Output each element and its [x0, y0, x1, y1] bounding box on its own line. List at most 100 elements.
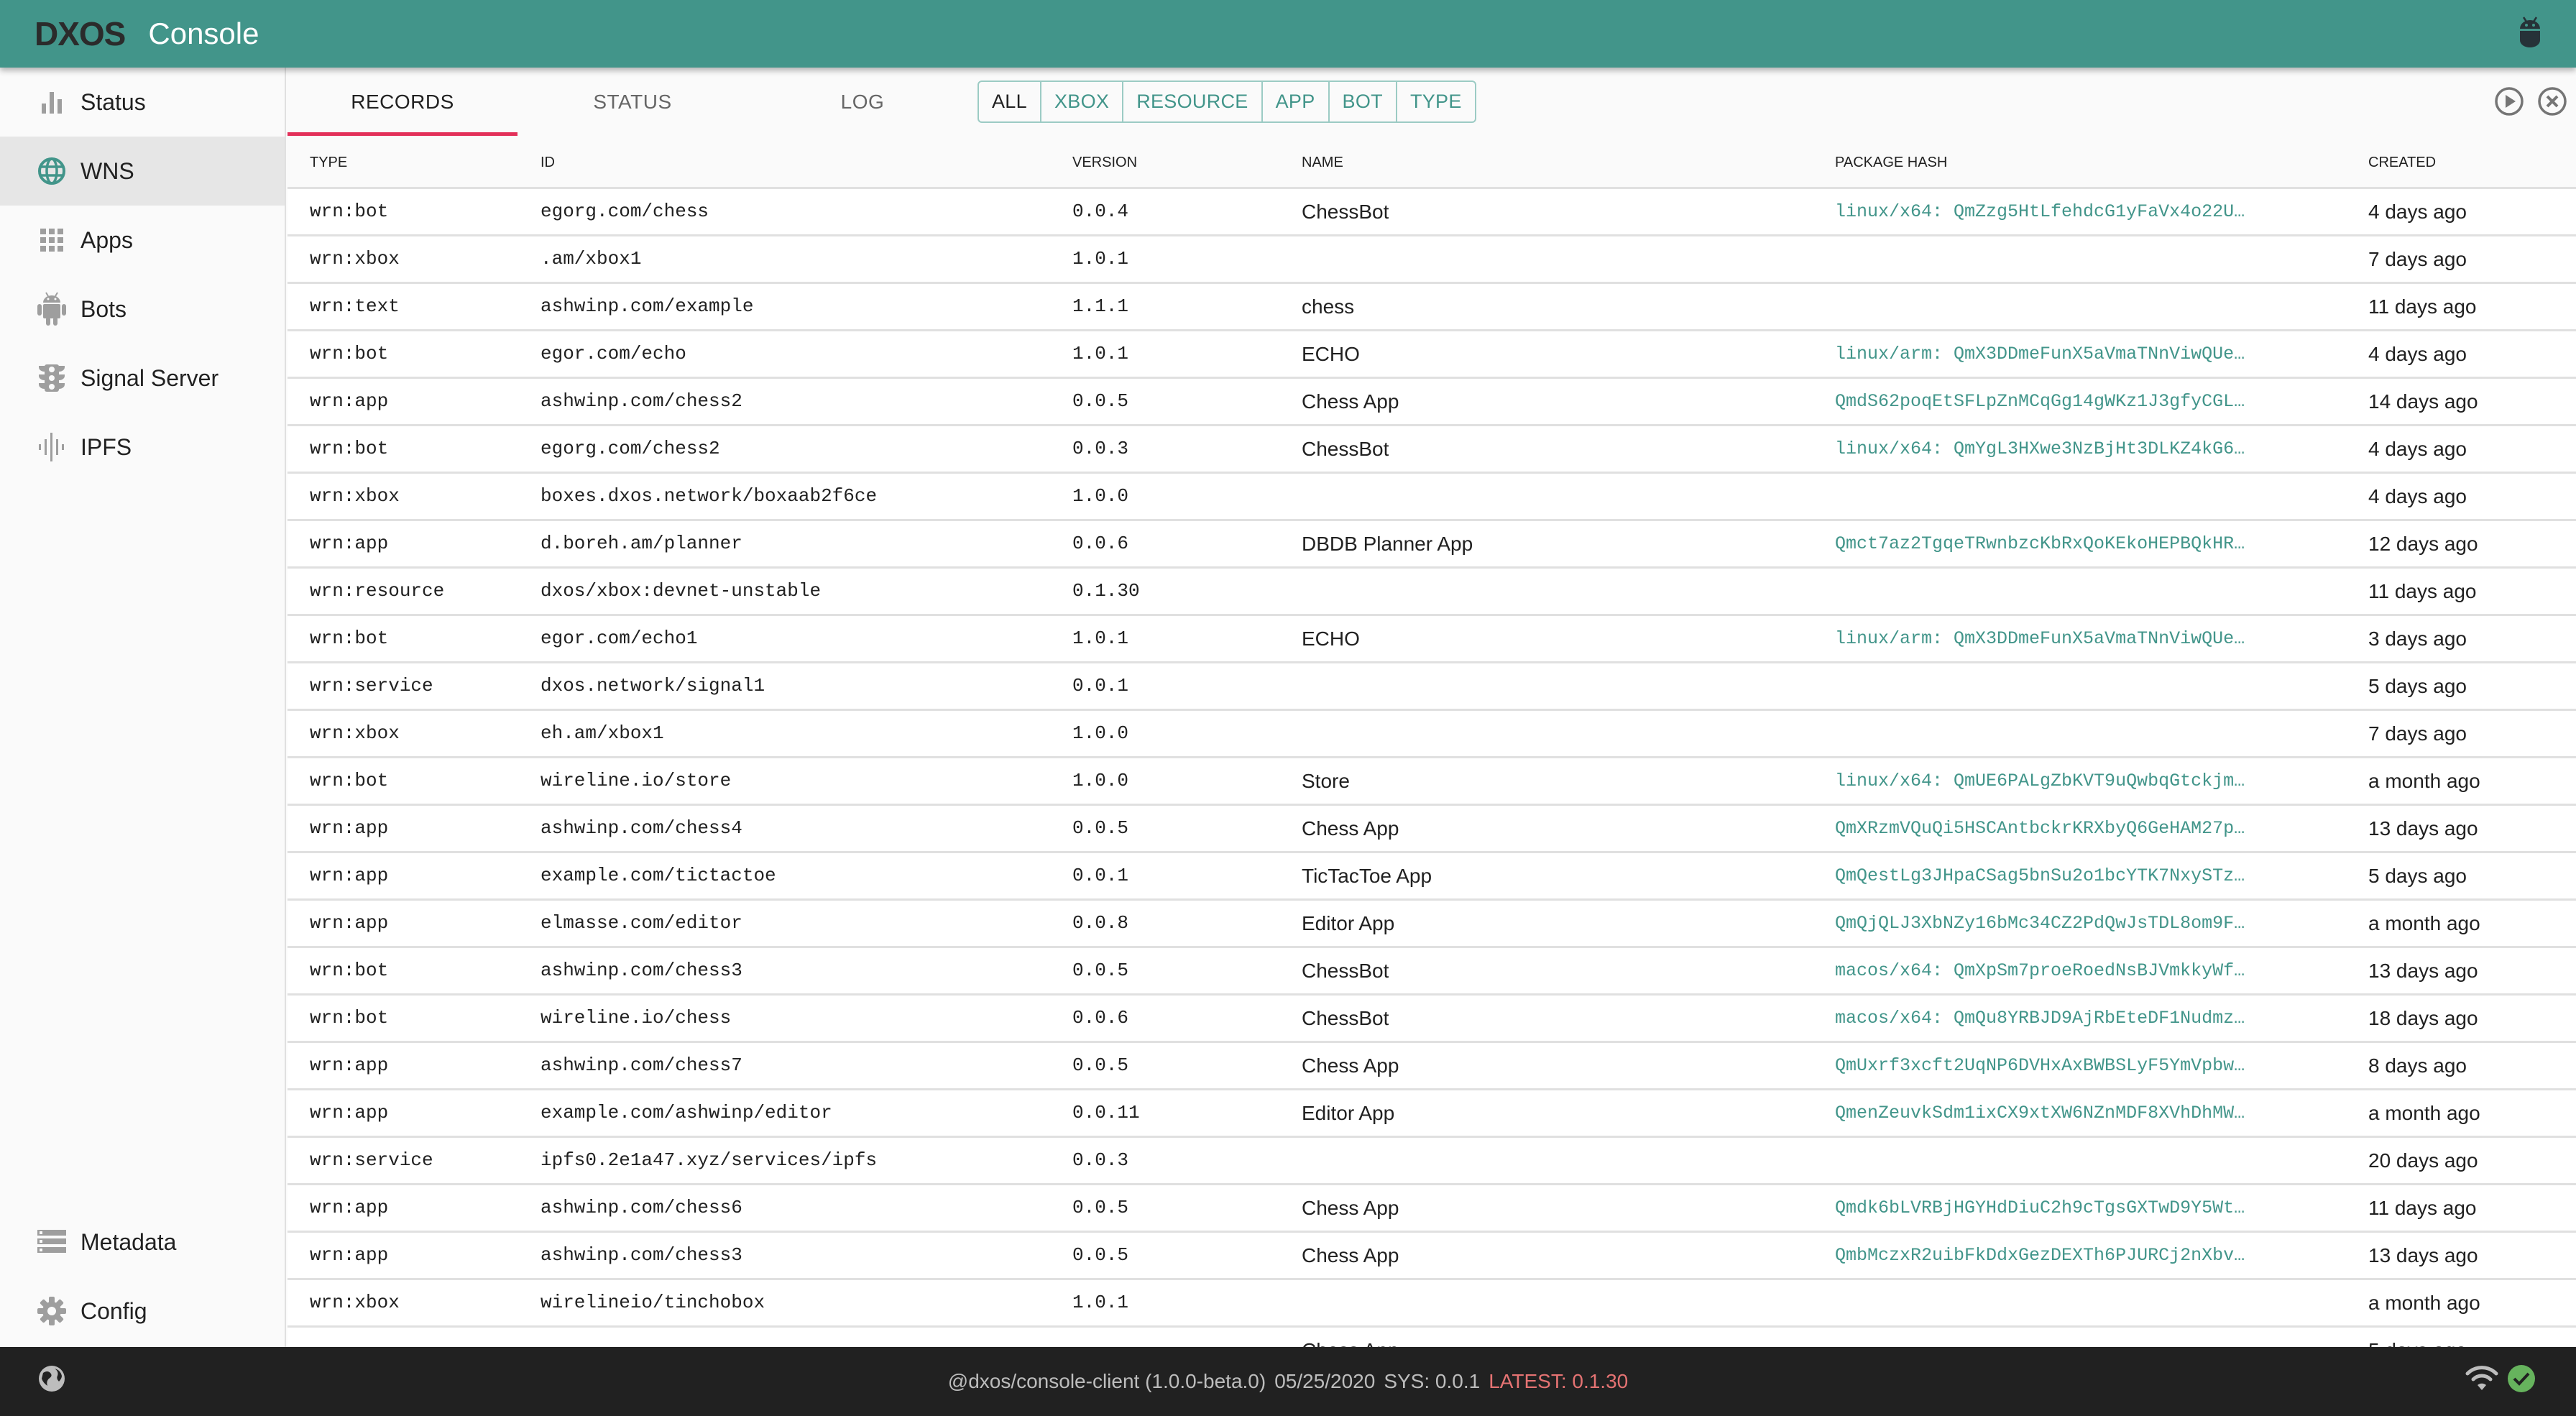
- close-icon[interactable]: [2537, 86, 2567, 116]
- cell-package-hash[interactable]: QmUxrf3xcft2UqNP6DVHxAxBWBSLyF5YmVpbw…: [1835, 1043, 2309, 1088]
- cell-package-hash[interactable]: Qmct7az2TgqeTRwnbzcKbRxQoKEkoHEPBQkHR…: [1835, 521, 2309, 566]
- cell-package-hash[interactable]: macos/x64: QmQu8YRBJD9AjRbEteDF1Nudmz…: [1835, 996, 2309, 1041]
- cell-package-hash[interactable]: macos/x64: QmXpSm7proeRoedNsBJVmkkyWf…: [1835, 948, 2309, 993]
- sidebar-item-metadata[interactable]: Metadata: [0, 1208, 285, 1277]
- table-row[interactable]: wrn:bot ashwinp.com/chess3 0.0.5 ChessBot ma…: [288, 948, 2576, 996]
- sidebar-item-bots[interactable]: Bots: [0, 275, 285, 344]
- tab-status[interactable]: STATUS: [518, 68, 748, 137]
- table-row[interactable]: wrn:app d.boreh.am/planner 0.0.6 DBDB Plann…: [288, 521, 2576, 569]
- app-title: Console: [148, 17, 259, 50]
- cell-created: 20 days ago: [2368, 1149, 2478, 1172]
- cell-id: egor.com/echo: [540, 343, 686, 364]
- filter-app[interactable]: APP: [1261, 82, 1328, 121]
- tab-bar: RECORDS STATUS LOG ALL XBOX RESOURCE APP…: [288, 68, 2576, 137]
- cell-type: wrn:xbox: [310, 485, 400, 507]
- sidebar-item-apps[interactable]: Apps: [0, 206, 285, 275]
- cell-package-hash: [1835, 1328, 2309, 1347]
- table-row[interactable]: wrn:app example.com/tictactoe 0.0.1 TicTacT…: [288, 853, 2576, 901]
- cell-name: Store: [1302, 770, 1350, 792]
- filter-all[interactable]: ALL: [979, 82, 1040, 121]
- column-header-package-hash[interactable]: PACKAGE HASH: [1835, 137, 1947, 189]
- column-header-type[interactable]: TYPE: [310, 137, 347, 189]
- sidebar-item-label: Config: [80, 1297, 147, 1324]
- cell-name: Chess App: [1302, 1244, 1399, 1266]
- table-row[interactable]: wrn:text ashwinp.com/example 1.1.1 chess 11 …: [288, 284, 2576, 331]
- globe-icon[interactable]: [37, 1364, 66, 1393]
- cell-created: 7 days ago: [2368, 722, 2467, 745]
- tab-log[interactable]: LOG: [748, 68, 978, 137]
- cell-version: 0.0.1: [1072, 865, 1129, 886]
- table-row[interactable]: wrn:bot egor.com/echo1 1.0.1 ECHO linux/arm:…: [288, 616, 2576, 663]
- cell-package-hash[interactable]: QmbMczxR2uibFkDdxGezDEXTh6PJURCj2nXbv…: [1835, 1233, 2309, 1278]
- play-icon[interactable]: [2494, 86, 2524, 116]
- table-row[interactable]: wrn:app ashwinp.com/chess2 0.0.5 Chess App Q…: [288, 379, 2576, 426]
- sidebar-item-label: IPFS: [80, 433, 132, 460]
- table-row[interactable]: wrn:service ipfs0.2e1a47.xyz/services/ipf…: [288, 1138, 2576, 1185]
- table-row[interactable]: wrn:bot egorg.com/chess2 0.0.3 ChessBot linu…: [288, 426, 2576, 474]
- cell-version: 0.0.4: [1072, 201, 1129, 222]
- cell-type: wrn:xbox: [310, 248, 400, 270]
- cell-version: 0.0.3: [1072, 1149, 1129, 1171]
- table-row[interactable]: wrn:xbox wirelineio/tinchobox 1.0.1 a month…: [288, 1280, 2576, 1328]
- sidebar-item-ipfs[interactable]: IPFS: [0, 413, 285, 482]
- storage-icon: [36, 1226, 68, 1258]
- cell-package-hash[interactable]: QmXRzmVQuQi5HSCAntbckrKRXbyQ6GeHAM27p…: [1835, 806, 2309, 851]
- cell-package-hash[interactable]: QmdS62poqEtSFLpZnMCqGg14gWKz1J3gfyCGL…: [1835, 379, 2309, 424]
- cell-type: wrn:bot: [310, 201, 389, 222]
- cell-package-hash[interactable]: QmQestLg3JHpaCSag5bnSu2o1bcYTK7NxySTz…: [1835, 853, 2309, 898]
- filter-resource[interactable]: RESOURCE: [1122, 82, 1261, 121]
- cell-id: ipfs0.2e1a47.xyz/services/ipfs: [540, 1149, 878, 1171]
- column-header-name[interactable]: NAME: [1302, 137, 1343, 189]
- sidebar-item-wns[interactable]: WNS: [0, 137, 285, 206]
- build-date: 05/25/2020: [1274, 1370, 1376, 1392]
- tab-records[interactable]: RECORDS: [288, 68, 518, 137]
- table-row[interactable]: wrn:xbox eh.am/xbox1 1.0.0 7 days ago: [288, 711, 2576, 758]
- table-row[interactable]: wrn:bot egorg.com/chess 0.0.4 ChessBot linux…: [288, 189, 2576, 236]
- table-row[interactable]: wrn:bot wireline.io/chess 0.0.6 ChessBot mac…: [288, 996, 2576, 1043]
- cell-package-hash[interactable]: linux/x64: QmYgL3HXwe3NzBjHt3DLKZ4kG6…: [1835, 426, 2309, 472]
- cell-id: ashwinp.com/chess3: [540, 1244, 742, 1266]
- cell-created: 5 days ago: [2368, 675, 2467, 697]
- table-row[interactable]: wrn:service dxos.network/signal1 0.0.1 5 da…: [288, 663, 2576, 711]
- table-row[interactable]: wrn:app example.com/ashwinp/editor 0.0.11 E…: [288, 1090, 2576, 1138]
- column-header-version[interactable]: VERSION: [1072, 137, 1137, 189]
- cell-created: a month ago: [2368, 770, 2480, 792]
- sidebar-item-config[interactable]: Config: [0, 1277, 285, 1346]
- cell-package-hash[interactable]: linux/arm: QmX3DDmeFunX5aVmaTNnViwQUe…: [1835, 616, 2309, 661]
- cell-type: wrn:service: [310, 1149, 433, 1171]
- table-row[interactable]: wrn:resource dxos/xbox:devnet-unstable 0.1…: [288, 569, 2576, 616]
- table-row[interactable]: wrn:xbox .am/xbox1 1.0.1 7 days ago: [288, 236, 2576, 284]
- cell-package-hash[interactable]: QmenZeuvkSdm1ixCX9xtXW6NZnMDF8XVhDhMW…: [1835, 1090, 2309, 1136]
- cell-id: eh.am/xbox1: [540, 722, 664, 744]
- cell-package-hash[interactable]: linux/x64: QmUE6PALgZbKVT9uQwbqGtckjm…: [1835, 758, 2309, 804]
- cell-version: 0.1.30: [1072, 580, 1140, 602]
- table-row[interactable]: wrn:app ashwinp.com/chess7 0.0.5 Chess App Q…: [288, 1043, 2576, 1090]
- cell-package-hash: [1835, 284, 2309, 329]
- filter-bot[interactable]: BOT: [1328, 82, 1396, 121]
- cell-package-hash[interactable]: Qmdk6bLVRBjHGYHdDiuC2h9cTgsGXTwD9Y5Wt…: [1835, 1185, 2309, 1231]
- filter-type[interactable]: TYPE: [1395, 82, 1475, 121]
- table-row[interactable]: Chess App 5 days ago: [288, 1328, 2576, 1347]
- cell-package-hash[interactable]: QmQjQLJ3XbNZy16bMc34CZ2PdQwJsTDL8om9F…: [1835, 901, 2309, 946]
- cell-id: dxos/xbox:devnet-unstable: [540, 580, 822, 602]
- table-row[interactable]: wrn:app elmasse.com/editor 0.0.8 Editor App…: [288, 901, 2576, 948]
- column-header-created[interactable]: CREATED: [2368, 137, 2436, 189]
- sidebar-item-signal-server[interactable]: Signal Server: [0, 344, 285, 413]
- cell-version: 1.0.0: [1072, 485, 1129, 507]
- cell-package-hash[interactable]: linux/x64: QmZzg5HtLfehdcG1yFaVx4o22U…: [1835, 189, 2309, 234]
- cell-package-hash[interactable]: linux/arm: QmX3DDmeFunX5aVmaTNnViwQUe…: [1835, 331, 2309, 377]
- column-header-id[interactable]: ID: [540, 137, 555, 189]
- bot-status-icon[interactable]: [2518, 16, 2542, 47]
- cell-id: example.com/ashwinp/editor: [540, 1102, 832, 1123]
- sidebar-item-status[interactable]: Status: [0, 68, 285, 137]
- cell-created: 12 days ago: [2368, 533, 2478, 555]
- table-row[interactable]: wrn:bot egor.com/echo 1.0.1 ECHO linux/arm: …: [288, 331, 2576, 379]
- table-row[interactable]: wrn:app ashwinp.com/chess6 0.0.5 Chess App Q…: [288, 1185, 2576, 1233]
- cell-type: wrn:bot: [310, 1007, 389, 1029]
- table-row[interactable]: wrn:app ashwinp.com/chess4 0.0.5 Chess App Q…: [288, 806, 2576, 853]
- table-row[interactable]: wrn:app ashwinp.com/chess3 0.0.5 Chess App Q…: [288, 1233, 2576, 1280]
- table-row[interactable]: wrn:xbox boxes.dxos.network/boxaab2f6ce 1.…: [288, 474, 2576, 521]
- cell-version: 1.0.0: [1072, 722, 1129, 744]
- filter-xbox[interactable]: XBOX: [1039, 82, 1122, 121]
- table-row[interactable]: wrn:bot wireline.io/store 1.0.0 Store linux/…: [288, 758, 2576, 806]
